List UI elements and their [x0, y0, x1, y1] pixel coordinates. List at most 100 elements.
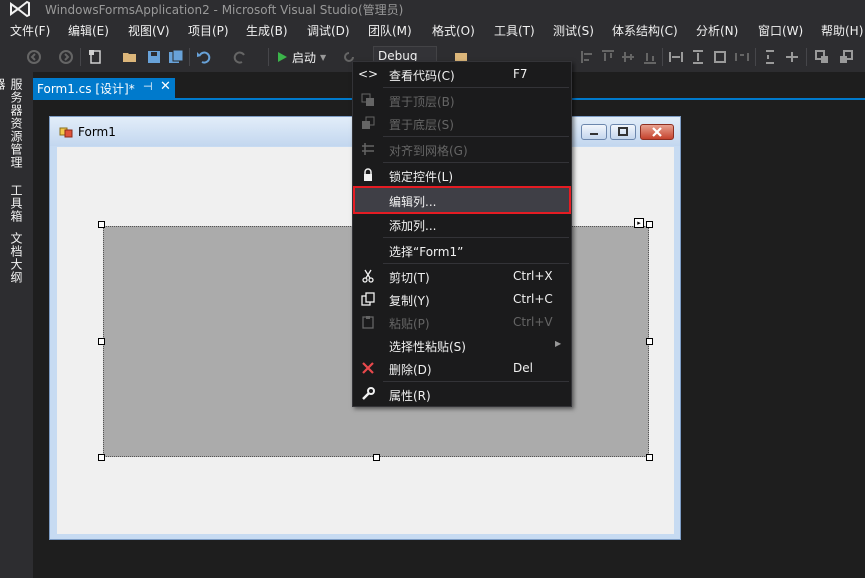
menu-item-select-form1[interactable]: 选择“Form1” [353, 239, 571, 261]
wrench-icon [362, 387, 375, 400]
save-icon[interactable] [146, 49, 162, 65]
menu-item-label: 锁定控件(L) [389, 170, 454, 184]
menu-project[interactable]: 项目(P) [188, 22, 229, 39]
bring-to-front-icon [361, 93, 374, 106]
menu-team[interactable]: 团队(M) [368, 22, 412, 39]
side-tab-toolbox[interactable]: 工具箱 [9, 184, 25, 224]
resize-handle[interactable] [373, 454, 380, 461]
start-button[interactable]: 启动 ▼ [276, 47, 326, 67]
menu-item-shortcut: Ctrl+C [513, 292, 553, 306]
menu-item-send-to-back[interactable]: 置于底层(S) [353, 112, 571, 134]
resize-handle[interactable] [646, 338, 653, 345]
size-to-grid-icon[interactable] [712, 49, 728, 65]
send-to-back-toolbar-icon[interactable] [838, 49, 854, 65]
menu-item-delete[interactable]: 删除(D) Del [353, 357, 571, 379]
menu-format[interactable]: 格式(O) [432, 22, 475, 39]
smart-tag-arrow-icon[interactable]: ▸ [634, 218, 644, 228]
save-all-icon[interactable] [168, 49, 184, 65]
menu-analyze[interactable]: 分析(N) [696, 22, 738, 39]
make-same-width-icon[interactable] [668, 49, 684, 65]
toolbar-separator [755, 48, 756, 66]
menu-item-shortcut: Ctrl+X [513, 269, 553, 283]
align-icon[interactable] [580, 49, 596, 65]
paste-icon [362, 316, 374, 329]
resize-handle[interactable] [646, 454, 653, 461]
form-close-button[interactable] [640, 124, 674, 140]
horizontal-spacing-icon[interactable] [734, 49, 750, 65]
resize-handle[interactable] [646, 221, 653, 228]
menu-file[interactable]: 文件(F) [10, 22, 50, 39]
toolbar-separator [80, 48, 81, 66]
side-tab-document-outline[interactable]: 文档大纲 [9, 232, 25, 284]
vertical-spacing-icon[interactable] [762, 49, 778, 65]
menu-item-properties[interactable]: 属性(R) [353, 383, 571, 405]
menu-tools[interactable]: 工具(T) [494, 22, 535, 39]
menu-debug[interactable]: 调试(D) [307, 22, 350, 39]
chevron-down-icon[interactable]: ▼ [320, 53, 326, 62]
play-icon [278, 52, 287, 62]
form-app-icon [59, 127, 73, 138]
undo-icon[interactable] [196, 49, 212, 65]
align-middle-icon[interactable] [620, 49, 636, 65]
document-tab-form1-design[interactable]: Form1.cs [设计]* ⊣ ✕ [33, 78, 175, 98]
make-same-height-icon[interactable] [690, 49, 706, 65]
copy-icon [361, 292, 375, 306]
menu-item-add-column[interactable]: 添加列... [353, 213, 571, 235]
align-bottom-icon[interactable] [642, 49, 658, 65]
minimize-button[interactable] [581, 124, 607, 140]
menu-separator [383, 381, 569, 382]
visual-studio-logo-icon [10, 0, 30, 18]
menu-item-copy[interactable]: 复制(Y) Ctrl+C [353, 288, 571, 310]
cut-icon [362, 269, 374, 283]
menu-build[interactable]: 生成(B) [246, 22, 288, 39]
maximize-icon [618, 127, 628, 136]
title-bar: WindowsFormsApplication2 - Microsoft Vis… [0, 0, 865, 18]
open-folder-icon[interactable] [122, 49, 138, 65]
menu-item-label: 查看代码(C) [389, 69, 455, 83]
resize-handle[interactable] [98, 454, 105, 461]
align-top-icon[interactable] [600, 49, 616, 65]
menu-item-lock-controls[interactable]: 锁定控件(L) [353, 164, 571, 186]
menu-separator [383, 87, 569, 88]
menu-edit[interactable]: 编辑(E) [68, 22, 109, 39]
bring-to-front-toolbar-icon[interactable] [814, 49, 830, 65]
side-tab-server-explorer[interactable]: 服务器资源管理器 [0, 78, 25, 178]
menu-help[interactable]: 帮助(H) [821, 22, 863, 39]
minimize-icon [590, 133, 598, 135]
menu-item-paste[interactable]: 粘贴(P) Ctrl+V [353, 311, 571, 333]
lock-icon [364, 168, 372, 181]
menu-item-view-code[interactable]: <> 查看代码(C) F7 [353, 63, 571, 85]
redo-icon[interactable] [232, 49, 248, 65]
align-to-grid-icon [362, 143, 374, 155]
menu-architecture[interactable]: 体系结构(C) [612, 22, 678, 39]
menu-item-label: 属性(R) [389, 389, 431, 403]
resize-handle[interactable] [98, 338, 105, 345]
toolbar-separator [806, 48, 807, 66]
maximize-button[interactable] [610, 124, 636, 140]
menu-item-paste-special[interactable]: 选择性粘贴(S) ▶ [353, 334, 571, 356]
menu-item-label: 删除(D) [389, 363, 432, 377]
document-tab-title: Form1.cs [设计]* [37, 81, 135, 96]
tool-window-strip: 服务器资源管理器 工具箱 文档大纲 [0, 72, 33, 578]
menu-test[interactable]: 测试(S) [553, 22, 594, 39]
menu-item-label: 对齐到网格(G) [389, 144, 468, 158]
menu-item-label: 置于底层(S) [389, 118, 454, 132]
menu-item-align-to-grid[interactable]: 对齐到网格(G) [353, 138, 571, 160]
back-icon[interactable] [26, 49, 42, 65]
menu-item-edit-columns[interactable]: 编辑列... [353, 189, 571, 211]
menu-item-label: 选择“Form1” [389, 245, 464, 259]
forward-icon[interactable] [58, 49, 74, 65]
resize-handle[interactable] [98, 221, 105, 228]
menu-view[interactable]: 视图(V) [128, 22, 170, 39]
menu-item-shortcut: Del [513, 361, 533, 375]
new-project-icon[interactable] [88, 49, 104, 65]
menu-separator [383, 237, 569, 238]
context-menu: <> 查看代码(C) F7 置于顶层(B) 置于底层(S) 对齐到网格(G) 锁… [352, 61, 572, 407]
menu-window[interactable]: 窗口(W) [758, 22, 803, 39]
menu-item-bring-to-front[interactable]: 置于顶层(B) [353, 89, 571, 111]
close-icon[interactable]: ✕ [160, 79, 171, 94]
menu-bar: 文件(F) 编辑(E) 视图(V) 项目(P) 生成(B) 调试(D) 团队(M… [0, 18, 865, 42]
center-horizontally-icon[interactable] [784, 49, 800, 65]
menu-item-cut[interactable]: 剪切(T) Ctrl+X [353, 265, 571, 287]
pin-icon[interactable]: ⊣ [143, 80, 153, 93]
